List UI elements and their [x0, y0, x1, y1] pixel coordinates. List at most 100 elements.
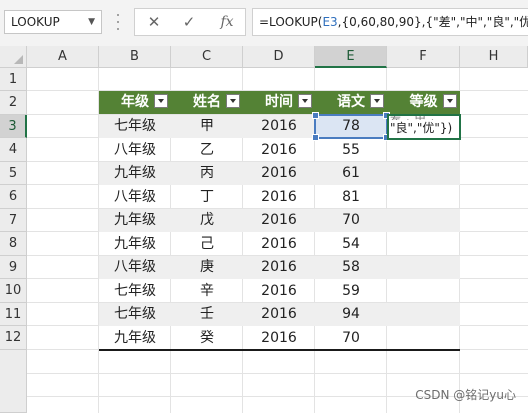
cell-time[interactable]: 2016: [243, 185, 315, 209]
formula-prefix: =LOOKUP(: [259, 15, 323, 29]
cell-chinese[interactable]: 54: [315, 232, 387, 256]
table-header-chinese: 语文: [315, 91, 387, 114]
cell-grade[interactable]: 八年级: [99, 256, 171, 279]
cell-time[interactable]: 2016: [243, 232, 315, 256]
column-header-a[interactable]: A: [27, 46, 99, 68]
header-label: 语文: [337, 94, 365, 110]
column-header-c[interactable]: C: [171, 46, 243, 68]
spreadsheet-grid[interactable]: A B C D E F H 1 2 3 4 5 6 7 8 9 10 11 12…: [0, 46, 528, 413]
row-header-5[interactable]: 5: [0, 162, 27, 185]
row-header-9[interactable]: 9: [0, 256, 27, 279]
column-header-d[interactable]: D: [243, 46, 315, 68]
cell-time[interactable]: 2016: [243, 115, 315, 138]
column-header-b[interactable]: B: [99, 46, 171, 68]
cell-name[interactable]: 甲: [171, 115, 243, 138]
select-all-corner[interactable]: [0, 46, 27, 68]
function-icon[interactable]: fx: [213, 12, 241, 32]
filter-dropdown-icon[interactable]: [154, 94, 168, 108]
cell-time[interactable]: 2016: [243, 162, 315, 185]
formula-input[interactable]: =LOOKUP(E3,{0,60,80,90},{"差","中","良","优"…: [252, 8, 528, 36]
cell-chinese[interactable]: 70: [315, 209, 387, 232]
cell-chinese[interactable]: 94: [315, 303, 387, 326]
cell-name[interactable]: 庚: [171, 256, 243, 279]
cell-name[interactable]: 戊: [171, 209, 243, 232]
name-box-value: LOOKUP: [11, 15, 60, 29]
row-header-7[interactable]: 7: [0, 209, 27, 232]
row-header-4[interactable]: 4: [0, 138, 27, 162]
row-header-2[interactable]: 2: [0, 91, 27, 115]
filter-dropdown-icon[interactable]: [298, 94, 312, 108]
cell-grade[interactable]: 七年级: [99, 115, 171, 138]
cell-name[interactable]: 癸: [171, 326, 243, 350]
cell-time[interactable]: 2016: [243, 303, 315, 326]
column-header-f[interactable]: F: [387, 46, 460, 68]
table-header-time: 时间: [243, 91, 315, 114]
cell-grade[interactable]: 九年级: [99, 162, 171, 185]
table-row: 九年级 丙 2016 61: [99, 162, 460, 185]
edit-cell-text: "良","优"}): [390, 121, 453, 135]
table-header-grade: 年级: [99, 91, 171, 114]
cell-time[interactable]: 2016: [243, 279, 315, 303]
selection-handle[interactable]: [312, 112, 319, 119]
row-header-blank: [0, 350, 27, 413]
column-header-h[interactable]: H: [460, 46, 528, 68]
cell-chinese[interactable]: 55: [315, 138, 387, 162]
cell-grade[interactable]: 七年级: [99, 279, 171, 303]
cell-grade[interactable]: 八年级: [99, 138, 171, 162]
selected-cell-e3[interactable]: 78: [312, 112, 390, 141]
table-row: 七年级 辛 2016 59: [99, 279, 460, 303]
cell-time[interactable]: 2016: [243, 209, 315, 232]
table-row: 八年级 庚 2016 58: [99, 256, 460, 279]
filter-dropdown-icon[interactable]: [226, 94, 240, 108]
row-header-1[interactable]: 1: [0, 68, 27, 91]
edit-overflow-text: 差","中",: [390, 116, 459, 120]
table-row: 七年级 壬 2016 94: [99, 303, 460, 326]
filter-dropdown-icon[interactable]: [443, 94, 457, 108]
cell-chinese[interactable]: 81: [315, 185, 387, 209]
formula-buttons: ✕ ✓ fx: [134, 8, 246, 36]
table-row: 九年级 戊 2016 70: [99, 209, 460, 232]
cell-name[interactable]: 丁: [171, 185, 243, 209]
cell-chinese[interactable]: 61: [315, 162, 387, 185]
row-header-12[interactable]: 12: [0, 326, 27, 350]
watermark: CSDN @铭记yu心: [415, 388, 516, 402]
row-header-10[interactable]: 10: [0, 279, 27, 303]
formula-bar: LOOKUP ▼ ✕ ✓ fx =LOOKUP(E3,{0,60,80,90},…: [0, 0, 528, 47]
check-icon[interactable]: ✓: [175, 12, 203, 32]
table-row: 八年级 乙 2016 55: [99, 138, 460, 162]
row-header-8[interactable]: 8: [0, 232, 27, 256]
chevron-down-icon[interactable]: ▼: [88, 11, 95, 33]
cell-name[interactable]: 辛: [171, 279, 243, 303]
cell-grade[interactable]: 九年级: [99, 326, 171, 350]
cell-chinese[interactable]: 70: [315, 326, 387, 350]
formula-ref: E3: [322, 15, 338, 29]
row-header-11[interactable]: 11: [0, 303, 27, 326]
header-label: 等级: [409, 94, 438, 110]
cell-time[interactable]: 2016: [243, 138, 315, 162]
cell-name[interactable]: 壬: [171, 303, 243, 326]
cell-grade[interactable]: 九年级: [99, 209, 171, 232]
formula-rest: ,{0,60,80,90},{"差","中","良","优"}): [337, 15, 528, 29]
drag-handle-icon[interactable]: [116, 14, 120, 30]
cell-name[interactable]: 乙: [171, 138, 243, 162]
row-header-6[interactable]: 6: [0, 185, 27, 209]
cell-time[interactable]: 2016: [243, 256, 315, 279]
cell-grade[interactable]: 七年级: [99, 303, 171, 326]
column-header-e[interactable]: E: [315, 46, 387, 68]
cell-chinese: 78: [342, 118, 360, 134]
header-label: 时间: [265, 94, 293, 110]
cell-name[interactable]: 己: [171, 232, 243, 256]
header-label: 姓名: [193, 94, 221, 110]
cell-chinese[interactable]: 59: [315, 279, 387, 303]
editing-cell-f3[interactable]: 差","中", "良","优"}): [387, 114, 461, 140]
cell-chinese[interactable]: 58: [315, 256, 387, 279]
cell-time[interactable]: 2016: [243, 326, 315, 350]
table-row: 九年级 己 2016 54: [99, 232, 460, 256]
cell-name[interactable]: 丙: [171, 162, 243, 185]
row-header-3[interactable]: 3: [0, 115, 27, 138]
name-box[interactable]: LOOKUP ▼: [4, 10, 102, 34]
cell-grade[interactable]: 九年级: [99, 232, 171, 256]
filter-dropdown-icon[interactable]: [370, 94, 384, 108]
close-icon[interactable]: ✕: [140, 12, 168, 32]
cell-grade[interactable]: 八年级: [99, 185, 171, 209]
